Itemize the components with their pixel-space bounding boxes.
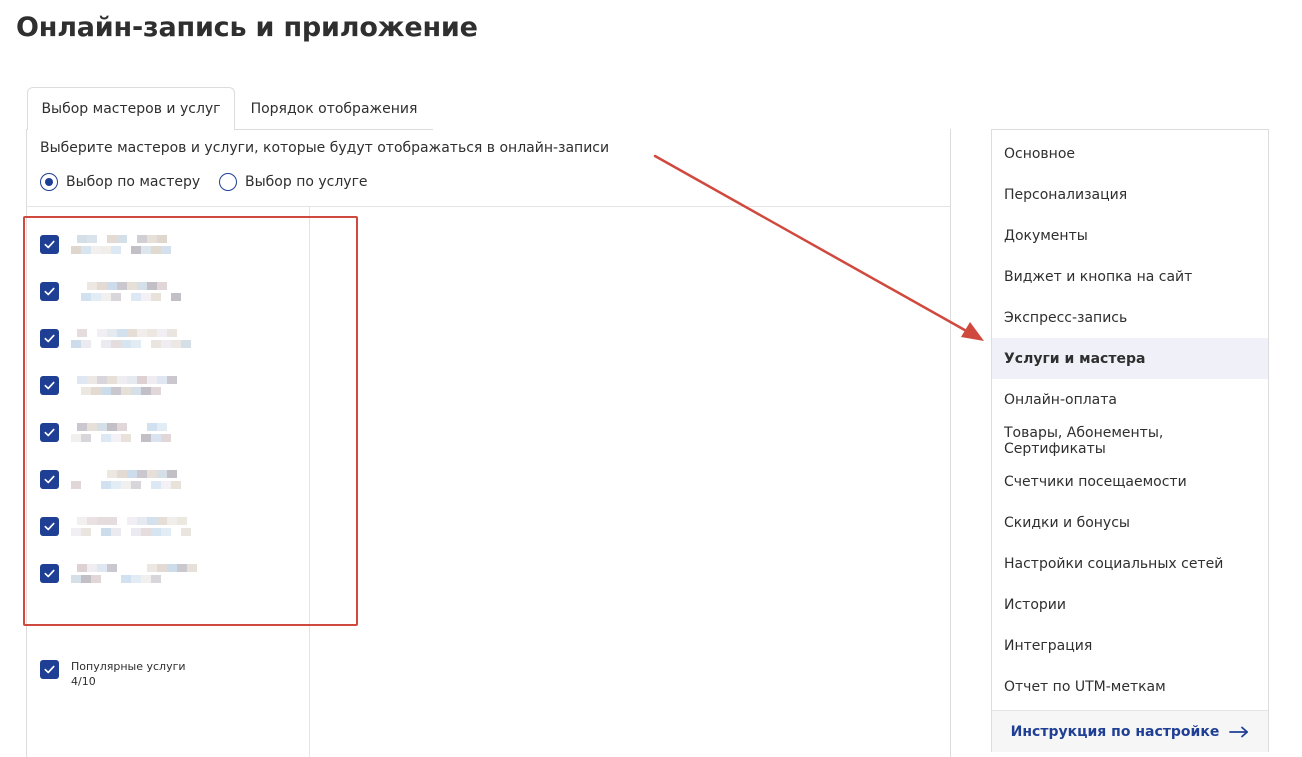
menu-item-label: Интеграция <box>1004 637 1093 654</box>
menu-item[interactable]: Отчет по UTM-меткам <box>992 666 1268 707</box>
menu-item-label: Экспресс-запись <box>1004 309 1128 326</box>
menu-item[interactable]: Интеграция <box>992 625 1268 666</box>
menu-item[interactable]: Товары, Абонементы, Сертификаты <box>992 420 1268 461</box>
menu-item-label: Товары, Абонементы, Сертификаты <box>1004 424 1164 457</box>
menu-item-label: Скидки и бонусы <box>1004 514 1130 531</box>
checkmark-icon <box>44 475 55 484</box>
menu-item[interactable]: Счетчики посещаемости <box>992 461 1268 502</box>
master-name-blurred <box>71 374 201 400</box>
main-panel: Выберите мастеров и услуги, которые буду… <box>26 129 951 757</box>
panel-header: Выберите мастеров и услуги, которые буду… <box>27 129 950 207</box>
radio-indicator <box>40 173 58 191</box>
popular-services-count: 4/10 <box>71 675 96 688</box>
menu-item[interactable]: Виджет и кнопка на сайт <box>992 256 1268 297</box>
radio-label: Выбор по мастеру <box>66 174 201 190</box>
menu-item[interactable]: Истории <box>992 584 1268 625</box>
master-checkbox[interactable] <box>40 470 59 489</box>
menu-item[interactable]: Скидки и бонусы <box>992 502 1268 543</box>
menu-item[interactable]: Документы <box>992 215 1268 256</box>
checkmark-icon <box>44 240 55 249</box>
menu-item[interactable]: Онлайн-оплата <box>992 379 1268 420</box>
selection-hint: Выберите мастеров и услуги, которые буду… <box>40 140 610 156</box>
radio-indicator <box>219 173 237 191</box>
radio-by-service[interactable]: Выбор по услуге <box>219 173 368 191</box>
master-name-blurred <box>71 327 201 353</box>
menu-item[interactable]: Услуги и мастера <box>992 338 1268 379</box>
master-checkbox[interactable] <box>40 564 59 583</box>
tab-label: Порядок отображения <box>250 100 418 117</box>
menu-item[interactable]: Экспресс-запись <box>992 297 1268 338</box>
tab-masters-services[interactable]: Выбор мастеров и услуг <box>27 87 235 130</box>
tab-display-order[interactable]: Порядок отображения <box>236 87 432 130</box>
menu-item-label: Истории <box>1004 596 1066 613</box>
menu-item[interactable]: Персонализация <box>992 174 1268 215</box>
master-checkbox[interactable] <box>40 329 59 348</box>
checkmark-icon <box>44 381 55 390</box>
menu-item-label: Виджет и кнопка на сайт <box>1004 268 1193 285</box>
master-checkbox[interactable] <box>40 235 59 254</box>
settings-side-menu: Основное Персонализация Документы Виджет и … <box>991 129 1269 752</box>
master-checkbox[interactable] <box>40 282 59 301</box>
checkmark-icon <box>44 522 55 531</box>
radio-by-master[interactable]: Выбор по мастеру <box>40 173 200 191</box>
checkmark-icon <box>44 569 55 578</box>
master-name-blurred <box>71 280 201 306</box>
master-name-blurred <box>71 562 201 588</box>
popular-services-title: Популярные услуги <box>71 660 186 673</box>
menu-item[interactable]: Настройки социальных сетей <box>992 543 1268 584</box>
menu-item-label: Персонализация <box>1004 186 1128 203</box>
checkmark-icon <box>44 428 55 437</box>
checkmark-icon <box>44 287 55 296</box>
popular-services-label: Популярные услуги 4/10 <box>71 659 186 689</box>
master-name-blurred <box>71 233 201 259</box>
master-checkbox[interactable] <box>40 517 59 536</box>
master-checkbox[interactable] <box>40 423 59 442</box>
master-name-blurred <box>71 468 201 494</box>
page-title: Онлайн-запись и приложение <box>16 12 478 43</box>
setup-instructions-link[interactable]: Инструкция по настройке <box>992 710 1268 752</box>
menu-item-label: Основное <box>1004 145 1076 162</box>
master-name-blurred <box>71 515 201 541</box>
arrow-right-icon <box>1229 726 1249 737</box>
tab-label: Выбор мастеров и услуг <box>41 101 221 117</box>
menu-item-label: Онлайн-оплата <box>1004 391 1117 408</box>
menu-item-label: Счетчики посещаемости <box>1004 473 1187 490</box>
menu-item-label: Документы <box>1004 227 1088 244</box>
radio-label: Выбор по услуге <box>245 174 368 190</box>
master-name-blurred <box>71 421 201 447</box>
column-divider <box>309 207 310 757</box>
setup-instructions-label: Инструкция по настройке <box>1010 723 1220 740</box>
master-checkbox[interactable] <box>40 376 59 395</box>
checkmark-icon <box>44 665 55 674</box>
menu-item-label: Отчет по UTM-меткам <box>1004 678 1166 695</box>
menu-item-label: Настройки социальных сетей <box>1004 555 1224 572</box>
popular-services-checkbox[interactable] <box>40 660 59 679</box>
menu-item[interactable]: Основное <box>992 133 1268 174</box>
checkmark-icon <box>44 334 55 343</box>
menu-item-label: Услуги и мастера <box>1004 350 1146 367</box>
